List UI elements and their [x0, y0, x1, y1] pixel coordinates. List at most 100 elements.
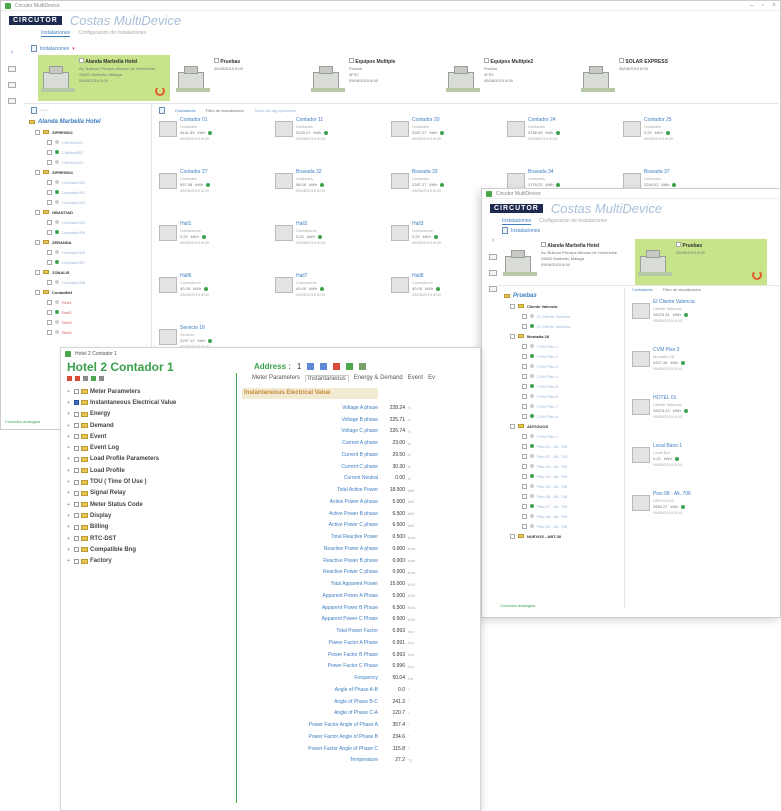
expand-icon[interactable]: +	[67, 513, 72, 519]
counter-card[interactable]: Contador 20 Unidades 2287.27 kWh 05/08/2019 …	[391, 117, 509, 151]
check-icon[interactable]	[91, 376, 96, 381]
leaf-checkbox[interactable]	[522, 513, 527, 519]
parameter-tree-item[interactable]: + Signal Relay	[67, 488, 237, 499]
group-checkbox[interactable]	[35, 269, 40, 275]
tree-leaf-row[interactable]: CVM Piso 5	[504, 381, 624, 391]
installation-card[interactable]: Equipos Multiple Prueba 4FS2 05/08/2019 8:0…	[308, 55, 440, 101]
leaf-checkbox[interactable]	[47, 219, 52, 225]
leaf-checkbox[interactable]	[522, 483, 527, 489]
tree-leaf-row[interactable]: CVM Piso 6	[504, 391, 624, 401]
parameter-tree-item[interactable]: + Event	[67, 431, 237, 442]
expand-arrow-icon[interactable]: ›	[11, 49, 13, 56]
parameter-checkbox[interactable]	[74, 558, 79, 564]
tree-leaf-row[interactable]: Piso 04 - Alt. 706	[504, 471, 624, 481]
tab-meter-parameters[interactable]: Meter Parameters	[252, 375, 300, 382]
expand-icon[interactable]: +	[67, 389, 72, 395]
leaf-checkbox[interactable]	[47, 179, 52, 185]
expand-icon[interactable]: +	[67, 524, 72, 530]
connect-icon[interactable]	[307, 363, 315, 370]
counter-card[interactable]: Contador 27 Unidades 997.08 kWh 05/08/2019 8…	[159, 169, 277, 203]
leaf-checkbox[interactable]	[522, 413, 527, 419]
leaf-checkbox[interactable]	[522, 393, 527, 399]
parameter-checkbox[interactable]	[74, 547, 79, 553]
leaf-checkbox[interactable]	[522, 383, 527, 389]
read-icon[interactable]	[67, 376, 72, 381]
tree-group-row[interactable]: ZONALIS	[29, 267, 144, 277]
leaf-checkbox[interactable]	[47, 329, 52, 335]
counter-card[interactable]: Hall2 Contadores 0.22 kWh 05/08/2019 8:00	[275, 221, 393, 255]
counter-card[interactable]: Contador 11 Unidades 3229.21 kWh 05/08/2019 …	[275, 117, 393, 151]
group-checkbox[interactable]	[35, 239, 40, 245]
list-view-icon[interactable]	[489, 254, 497, 260]
leaf-checkbox[interactable]	[47, 199, 52, 205]
expand-icon[interactable]: +	[67, 490, 72, 496]
expand-icon[interactable]: +	[67, 445, 72, 451]
parameter-checkbox[interactable]	[74, 479, 79, 485]
group-checkbox[interactable]	[510, 533, 515, 539]
counter-card[interactable]: CVM Piso 3 Montaña 28 4327.48 kWh 05/08/2019…	[632, 347, 750, 381]
counter-card[interactable]: HOTEL 01 Cliente Valencia 45375.42 kWh 05/08…	[632, 395, 750, 429]
tree-leaf-row[interactable]: CVM Piso 4	[504, 371, 624, 381]
tree-leaf-row[interactable]: Red3	[29, 317, 144, 327]
leaf-checkbox[interactable]	[47, 149, 52, 155]
counter-card[interactable]: Local Bano 1 Local Bar 0.22 kWh 05/08/2019 8…	[632, 443, 750, 477]
tree-leaf-row[interactable]: Piso 02 - Alt. 705	[504, 451, 624, 461]
parameter-checkbox[interactable]	[74, 468, 79, 474]
expand-all-icon[interactable]	[99, 376, 104, 381]
leaf-checkbox[interactable]	[47, 279, 52, 285]
counter-card[interactable]: Contador 01 Unidades 3441.83 kWh 05/08/2019 …	[159, 117, 277, 151]
leaf-checkbox[interactable]	[522, 493, 527, 499]
expand-arrow-icon[interactable]: ›	[492, 237, 494, 244]
leaf-checkbox[interactable]	[522, 373, 527, 379]
parameter-tree-item[interactable]: + Instantaneous Electrical Value	[67, 397, 237, 408]
tree-leaf-row[interactable]: CVM Piso 1	[504, 341, 624, 351]
leaf-checkbox[interactable]	[47, 309, 52, 315]
installation-card[interactable]: Pruebas 05/08/2019 8:00	[635, 239, 767, 285]
grid-view-icon[interactable]	[489, 270, 497, 276]
address-value[interactable]: 1	[297, 362, 301, 371]
tree-root-row[interactable]: Pruebas	[504, 291, 624, 301]
parameter-checkbox[interactable]	[74, 524, 79, 530]
group-checkbox[interactable]	[35, 129, 40, 135]
leaf-checkbox[interactable]	[522, 353, 527, 359]
parameter-tree-item[interactable]: + Load Profile	[67, 465, 237, 476]
counter-card[interactable]: El Cliente Valencia Cliente Valencia 15475…	[632, 299, 750, 333]
map-view-icon[interactable]	[8, 98, 16, 104]
counter-card[interactable]: Contador 24 Unidades 3766.98 kWh 05/08/2019 …	[507, 117, 625, 151]
parameter-tree-item[interactable]: + Event Log	[67, 442, 237, 453]
tree-leaf-row[interactable]: Contador006	[29, 247, 144, 257]
tree-group-row[interactable]: ZIPRE0004	[29, 167, 144, 177]
leaf-checkbox[interactable]	[47, 189, 52, 195]
parameter-checkbox[interactable]	[74, 513, 79, 519]
tree-leaf-row[interactable]: Contador008	[29, 277, 144, 287]
tree-group-row[interactable]: GBASTIAD	[29, 207, 144, 217]
parameter-tree-item[interactable]: + Energy	[67, 409, 237, 420]
tree-tools-icon[interactable]: ▫▫▫▫▫	[40, 108, 49, 114]
counter-card[interactable]: Hall1 Contadores 0.22 kWh 05/08/2019 8:00	[159, 221, 277, 255]
tree-leaf-row[interactable]: CVM Piso 2	[504, 351, 624, 361]
parameter-tree-item[interactable]: + Meter Status Code	[67, 499, 237, 510]
expand-icon[interactable]: +	[67, 468, 72, 474]
write-icon[interactable]	[75, 376, 80, 381]
expand-icon[interactable]: +	[67, 434, 72, 440]
leaf-checkbox[interactable]	[522, 433, 527, 439]
counters-tab[interactable]: Contadores	[632, 287, 653, 292]
installation-card[interactable]: Alanda Marbella Hotel Av. Bulevar Príncip…	[500, 239, 632, 285]
leaf-checkbox[interactable]	[522, 473, 527, 479]
installation-checkbox[interactable]	[214, 58, 219, 63]
group-checkbox[interactable]	[510, 333, 515, 339]
tree-group-row[interactable]: ZERANDA	[29, 237, 144, 247]
tab-installations[interactable]: Instalaciones	[502, 218, 532, 225]
installation-card[interactable]: SOLAR EXPRESS 05/08/2019 8:00	[578, 55, 710, 101]
counter-card[interactable]: Piso 08 - Alt. 706 ANTIGUOS 2683.27 kWh 05/0…	[632, 491, 750, 525]
expand-icon[interactable]: +	[67, 456, 72, 462]
tree-group-row[interactable]: Montaña 28	[504, 331, 624, 341]
refresh-icon[interactable]	[752, 270, 762, 280]
tree-leaf-row[interactable]: El Cliente Valencia	[504, 321, 624, 331]
leaf-checkbox[interactable]	[522, 523, 527, 529]
tree-leaf-row[interactable]: Piso 03 - Alt. 705	[504, 461, 624, 471]
tab-installation-config[interactable]: Configuración de instalaciones	[78, 30, 146, 37]
tree-leaf-row[interactable]: Red1	[29, 297, 144, 307]
dropdown-icon[interactable]: ▾	[72, 46, 75, 52]
expand-icon[interactable]: +	[67, 423, 72, 429]
